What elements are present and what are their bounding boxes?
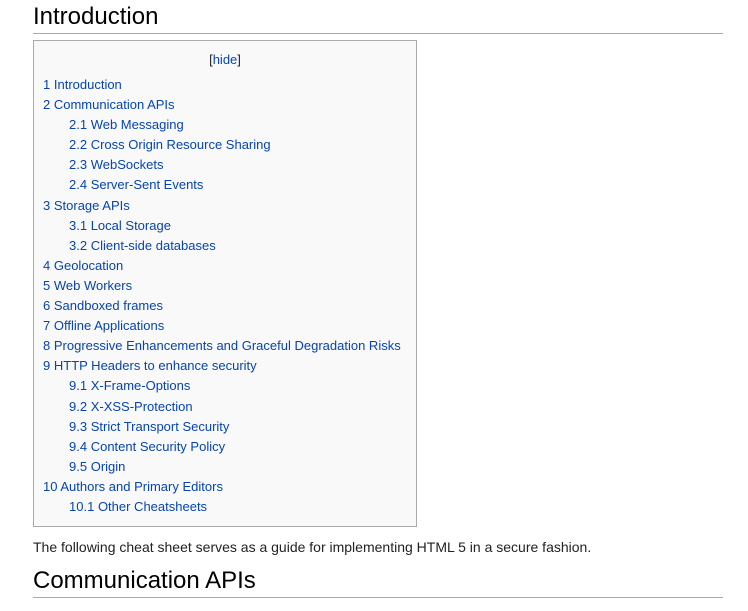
- intro-paragraph: The following cheat sheet serves as a gu…: [33, 539, 592, 555]
- toc-link[interactable]: 2.3 WebSockets: [69, 157, 163, 172]
- toc-number: 2.4: [69, 177, 88, 193]
- toc-number: 9.3: [69, 418, 88, 434]
- toc-number: 3.1: [69, 217, 88, 233]
- toc-link[interactable]: 4 Geolocation: [43, 258, 123, 273]
- toc-item: 1 Introduction: [43, 75, 401, 95]
- toc-number: 5: [43, 277, 51, 293]
- toc-link[interactable]: 2.2 Cross Origin Resource Sharing: [69, 137, 271, 152]
- toc-link[interactable]: 2 Communication APIs: [43, 97, 175, 112]
- toc-number: 10: [43, 478, 58, 494]
- toc-label: Geolocation: [53, 257, 124, 273]
- toc-number: 3: [43, 197, 51, 213]
- toc-link[interactable]: 7 Offline Applications: [43, 318, 164, 333]
- toc-number: 7: [43, 318, 51, 334]
- toc-link[interactable]: 3.1 Local Storage: [69, 218, 171, 233]
- toc-label: HTTP Headers to enhance security: [53, 358, 257, 374]
- toc-link[interactable]: 2.1 Web Messaging: [69, 117, 184, 132]
- toc-link[interactable]: 9.5 Origin: [69, 459, 125, 474]
- toc-label: Cross Origin Resource Sharing: [90, 137, 271, 153]
- toc-link[interactable]: 3 Storage APIs: [43, 198, 130, 213]
- toc-label: Storage APIs: [53, 197, 130, 213]
- toc-link[interactable]: 5 Web Workers: [43, 278, 132, 293]
- toc-number: 2.2: [69, 137, 88, 153]
- toc-label: Web Messaging: [90, 117, 184, 133]
- toc-number: 9.4: [69, 438, 88, 454]
- toc-item: 7 Offline Applications: [43, 316, 401, 336]
- heading-introduction: Introduction: [33, 3, 723, 34]
- toc-item: 8 Progressive Enhancements and Graceful …: [43, 336, 401, 356]
- toc-link[interactable]: 2.4 Server-Sent Events: [69, 177, 203, 192]
- toc-item: 9.5 Origin: [43, 457, 401, 477]
- heading-communication-apis: Communication APIs: [33, 567, 723, 598]
- toc-link[interactable]: 9.3 Strict Transport Security: [69, 419, 229, 434]
- toc-number: 2.1: [69, 117, 88, 133]
- toc-number: 4: [43, 257, 51, 273]
- toc-number: 2: [43, 97, 51, 113]
- toc-label: Strict Transport Security: [90, 418, 230, 434]
- toc-item: 2.4 Server-Sent Events: [43, 175, 401, 195]
- toc-label: Client-side databases: [90, 237, 216, 253]
- toc-link[interactable]: 3.2 Client-side databases: [69, 238, 216, 253]
- toc-label: Sandboxed frames: [53, 298, 163, 314]
- toc-item: 9 HTTP Headers to enhance security: [43, 356, 401, 376]
- toc-label: Content Security Policy: [90, 438, 226, 454]
- toc-item: 10.1 Other Cheatsheets: [43, 497, 401, 517]
- toc-label: X-Frame-Options: [90, 378, 191, 394]
- table-of-contents: [hide] 1 Introduction 2 Communication API…: [33, 40, 417, 527]
- toc-label: WebSockets: [90, 157, 164, 173]
- toc-item: 9.2 X-XSS-Protection: [43, 397, 401, 417]
- toc-item: 6 Sandboxed frames: [43, 296, 401, 316]
- toc-label: Offline Applications: [53, 318, 165, 334]
- toc-list: 1 Introduction 2 Communication APIs 2.1 We…: [43, 75, 401, 517]
- toc-number: 6: [43, 298, 51, 314]
- toc-number: 1: [43, 77, 51, 92]
- toc-item: 4 Geolocation: [43, 256, 401, 276]
- toc-item: 2.2 Cross Origin Resource Sharing: [43, 135, 401, 155]
- toc-label: X-XSS-Protection: [90, 398, 193, 414]
- toc-number: 10.1: [69, 498, 95, 514]
- toc-link[interactable]: 6 Sandboxed frames: [43, 298, 163, 313]
- toc-hide-toggle: [hide]: [34, 52, 416, 68]
- toc-label: Other Cheatsheets: [97, 498, 208, 514]
- toc-label: Web Workers: [53, 277, 133, 293]
- toc-item: 2.3 WebSockets: [43, 155, 401, 175]
- toc-item: 3 Storage APIs: [43, 196, 401, 216]
- toc-item: 10 Authors and Primary Editors: [43, 477, 401, 497]
- toc-number: 9.1: [69, 378, 88, 394]
- toc-number: 9.2: [69, 398, 88, 414]
- toc-hide-bracket-close: ]: [237, 52, 241, 67]
- toc-item: 5 Web Workers: [43, 276, 401, 296]
- toc-item: 3.2 Client-side databases: [43, 236, 401, 256]
- toc-label: Origin: [90, 458, 126, 474]
- toc-number: 2.3: [69, 157, 88, 173]
- toc-number: 9: [43, 358, 51, 374]
- toc-number: 3.2: [69, 237, 88, 253]
- toc-link[interactable]: 10.1 Other Cheatsheets: [69, 499, 207, 514]
- toc-hide-link[interactable]: hide: [213, 52, 238, 67]
- toc-label: Server-Sent Events: [90, 177, 204, 193]
- toc-item: 9.1 X-Frame-Options: [43, 376, 401, 396]
- toc-link[interactable]: 9.1 X-Frame-Options: [69, 378, 190, 393]
- toc-label: Communication APIs: [53, 97, 175, 113]
- toc-label: Progressive Enhancements and Graceful De…: [53, 338, 401, 354]
- toc-item: 9.4 Content Security Policy: [43, 437, 401, 457]
- toc-item: 3.1 Local Storage: [43, 216, 401, 236]
- toc-item: 9.3 Strict Transport Security: [43, 417, 401, 437]
- toc-link[interactable]: 9.2 X-XSS-Protection: [69, 399, 193, 414]
- toc-link[interactable]: 10 Authors and Primary Editors: [43, 479, 223, 494]
- toc-label: Introduction: [53, 77, 122, 92]
- toc-item: 2 Communication APIs: [43, 95, 401, 115]
- toc-link[interactable]: 9.4 Content Security Policy: [69, 439, 225, 454]
- toc-label: Local Storage: [90, 217, 171, 233]
- toc-number: 8: [43, 338, 51, 354]
- toc-link[interactable]: 9 HTTP Headers to enhance security: [43, 358, 257, 373]
- toc-link[interactable]: 1 Introduction: [43, 77, 122, 92]
- toc-item: 2.1 Web Messaging: [43, 115, 401, 135]
- toc-link[interactable]: 8 Progressive Enhancements and Graceful …: [43, 338, 401, 353]
- toc-number: 9.5: [69, 458, 88, 474]
- toc-label: Authors and Primary Editors: [60, 478, 223, 494]
